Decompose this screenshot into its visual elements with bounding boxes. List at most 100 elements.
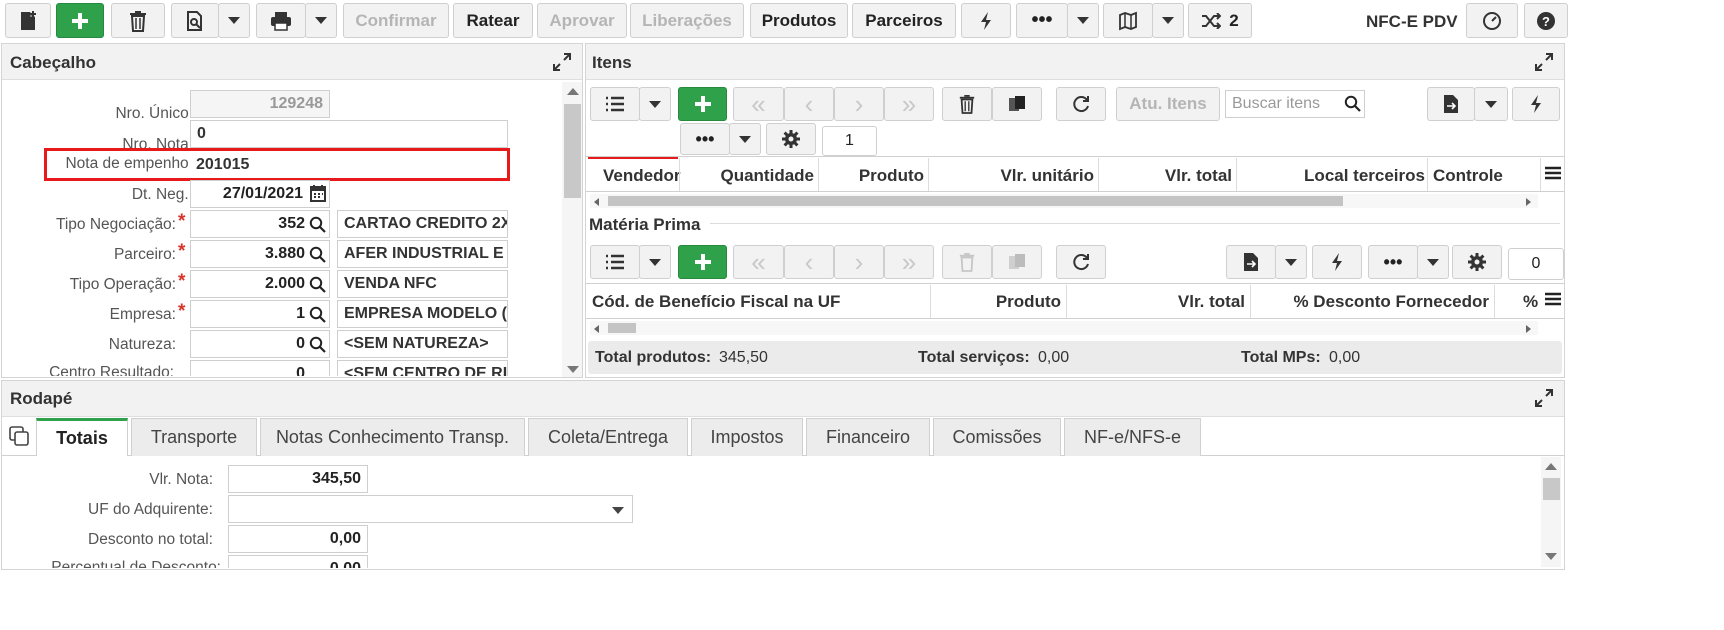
mp-list-view-button[interactable] bbox=[590, 245, 640, 279]
ratear-button[interactable]: Ratear bbox=[453, 3, 533, 38]
scroll-right-arrow[interactable] bbox=[1526, 198, 1531, 206]
scrollbar-thumb[interactable] bbox=[608, 196, 1343, 206]
chevron-down-icon[interactable] bbox=[612, 507, 624, 514]
expand-icon[interactable] bbox=[552, 52, 572, 72]
mp-export-dropdown[interactable] bbox=[1275, 245, 1307, 279]
scrollbar-thumb[interactable] bbox=[608, 323, 636, 333]
col-vlr-unitario[interactable]: Vlr. unitário bbox=[1000, 166, 1094, 186]
preview-dropdown-button[interactable] bbox=[218, 3, 250, 38]
nota-empenho-field[interactable]: 201015 bbox=[190, 151, 506, 178]
calendar-icon[interactable] bbox=[310, 184, 326, 202]
search-icon[interactable] bbox=[309, 246, 326, 263]
more-button[interactable]: ••• bbox=[1016, 3, 1068, 38]
tab-impostos[interactable]: Impostos bbox=[691, 418, 803, 456]
itens-more-button[interactable]: ••• bbox=[680, 123, 730, 155]
map-dropdown-button[interactable] bbox=[1152, 3, 1184, 38]
dashboard-button[interactable] bbox=[1466, 3, 1518, 38]
print-button[interactable] bbox=[256, 3, 306, 38]
shuffle-button[interactable]: 2 bbox=[1188, 3, 1252, 38]
scroll-up-arrow[interactable] bbox=[567, 88, 579, 95]
search-icon[interactable] bbox=[309, 306, 326, 323]
preview-button[interactable] bbox=[171, 3, 219, 38]
scroll-left-arrow[interactable] bbox=[594, 325, 599, 333]
mp-add-button[interactable] bbox=[678, 245, 727, 279]
mp-list-view-dropdown[interactable] bbox=[639, 245, 671, 279]
aprovar-button[interactable]: Aprovar bbox=[537, 3, 627, 38]
mp-settings-button[interactable] bbox=[1452, 245, 1502, 279]
atu-itens-button[interactable]: Atu. Itens bbox=[1116, 87, 1220, 121]
col-desconto-fornecedor[interactable]: % Desconto Fornecedor bbox=[1293, 292, 1489, 312]
mp-refresh-button[interactable] bbox=[1056, 245, 1106, 279]
mp-next-page-button[interactable]: › bbox=[834, 245, 884, 279]
uf-adquirente-select[interactable] bbox=[228, 495, 633, 523]
scroll-left-arrow[interactable] bbox=[594, 198, 599, 206]
col-cod-beneficio[interactable]: Cód. de Benefício Fiscal na UF bbox=[592, 292, 840, 312]
produtos-button[interactable]: Produtos bbox=[750, 3, 848, 38]
delete-button[interactable] bbox=[111, 3, 165, 38]
tab-coleta-entrega[interactable]: Coleta/Entrega bbox=[528, 418, 688, 456]
col-mp-produto[interactable]: Produto bbox=[996, 292, 1061, 312]
search-icon[interactable] bbox=[309, 276, 326, 293]
add-button[interactable] bbox=[56, 3, 104, 38]
centro-resultado-code-field[interactable]: 0 bbox=[190, 360, 330, 376]
natureza-desc-field[interactable]: <SEM NATUREZA> bbox=[337, 330, 508, 358]
new-document-button[interactable] bbox=[5, 3, 51, 38]
itens-actions-button[interactable] bbox=[1512, 87, 1560, 121]
itens-settings-button[interactable] bbox=[766, 123, 816, 155]
dt-neg-field[interactable]: 27/01/2021 bbox=[190, 180, 330, 208]
delete-item-button[interactable] bbox=[942, 87, 992, 121]
itens-more-dropdown[interactable] bbox=[729, 123, 761, 155]
list-view-button[interactable] bbox=[590, 87, 640, 121]
col-produto[interactable]: Produto bbox=[859, 166, 924, 186]
export-dropdown[interactable] bbox=[1474, 87, 1508, 121]
tab-nfe-nfse[interactable]: NF-e/NFS-e bbox=[1064, 418, 1201, 456]
col-vlr-total[interactable]: Vlr. total bbox=[1165, 166, 1232, 186]
refresh-button[interactable] bbox=[1056, 87, 1106, 121]
add-item-button[interactable] bbox=[678, 87, 727, 121]
copy-window-icon[interactable] bbox=[8, 425, 30, 447]
export-button[interactable] bbox=[1427, 87, 1475, 121]
mp-duplicate-button[interactable] bbox=[992, 245, 1042, 279]
mp-delete-button[interactable] bbox=[942, 245, 992, 279]
map-button[interactable] bbox=[1103, 3, 1153, 38]
tab-totais[interactable]: Totais bbox=[36, 418, 128, 456]
itens-page-field[interactable]: 1 bbox=[822, 126, 877, 156]
mp-more-dropdown[interactable] bbox=[1417, 245, 1449, 279]
col-quantidade[interactable]: Quantidade bbox=[720, 166, 814, 186]
empresa-desc-field[interactable]: EMPRESA MODELO ( bbox=[337, 300, 508, 328]
tab-comissoes[interactable]: Comissões bbox=[933, 418, 1061, 456]
tab-financeiro[interactable]: Financeiro bbox=[806, 418, 930, 456]
column-menu-icon[interactable] bbox=[1545, 166, 1561, 180]
last-page-button[interactable]: » bbox=[884, 87, 934, 121]
centro-resultado-desc-field[interactable]: <SEM CENTRO DE RI bbox=[337, 360, 508, 376]
col-vendedor[interactable]: Vendedor bbox=[603, 166, 680, 186]
search-icon[interactable] bbox=[1344, 95, 1361, 112]
expand-icon[interactable] bbox=[1534, 388, 1554, 408]
col-mp-vlr-total[interactable]: Vlr. total bbox=[1178, 292, 1245, 312]
parceiros-button[interactable]: Parceiros bbox=[852, 3, 956, 38]
search-icon[interactable] bbox=[309, 216, 326, 233]
tab-transporte[interactable]: Transporte bbox=[131, 418, 257, 456]
first-page-button[interactable]: « bbox=[733, 87, 784, 121]
scroll-down-arrow[interactable] bbox=[1545, 553, 1557, 560]
rodape-scrollbar[interactable] bbox=[1541, 457, 1561, 567]
search-icon[interactable] bbox=[309, 336, 326, 353]
parceiro-desc-field[interactable]: AFER INDUSTRIAL E bbox=[337, 240, 508, 268]
list-view-dropdown[interactable] bbox=[639, 87, 671, 121]
mp-export-button[interactable] bbox=[1226, 245, 1276, 279]
liberacoes-button[interactable]: Liberações bbox=[630, 3, 744, 38]
actions-button[interactable] bbox=[961, 3, 1011, 38]
print-dropdown-button[interactable] bbox=[305, 3, 337, 38]
more-dropdown-button[interactable] bbox=[1067, 3, 1099, 38]
tipo-negociacao-desc-field[interactable]: CARTAO CREDITO 2X bbox=[337, 210, 508, 238]
mp-page-field[interactable]: 0 bbox=[1508, 248, 1564, 280]
mp-hscrollbar[interactable] bbox=[590, 321, 1538, 335]
percentual-field[interactable]: 0,00 bbox=[228, 555, 368, 568]
help-button[interactable]: ? bbox=[1524, 3, 1568, 38]
scrollbar-thumb[interactable] bbox=[1543, 478, 1560, 500]
mp-last-page-button[interactable]: » bbox=[884, 245, 934, 279]
col-controle[interactable]: Controle bbox=[1433, 166, 1503, 186]
col-percent[interactable]: % bbox=[1523, 292, 1538, 312]
column-menu-icon[interactable] bbox=[1545, 292, 1561, 306]
vlr-nota-field[interactable]: 345,50 bbox=[228, 465, 368, 493]
